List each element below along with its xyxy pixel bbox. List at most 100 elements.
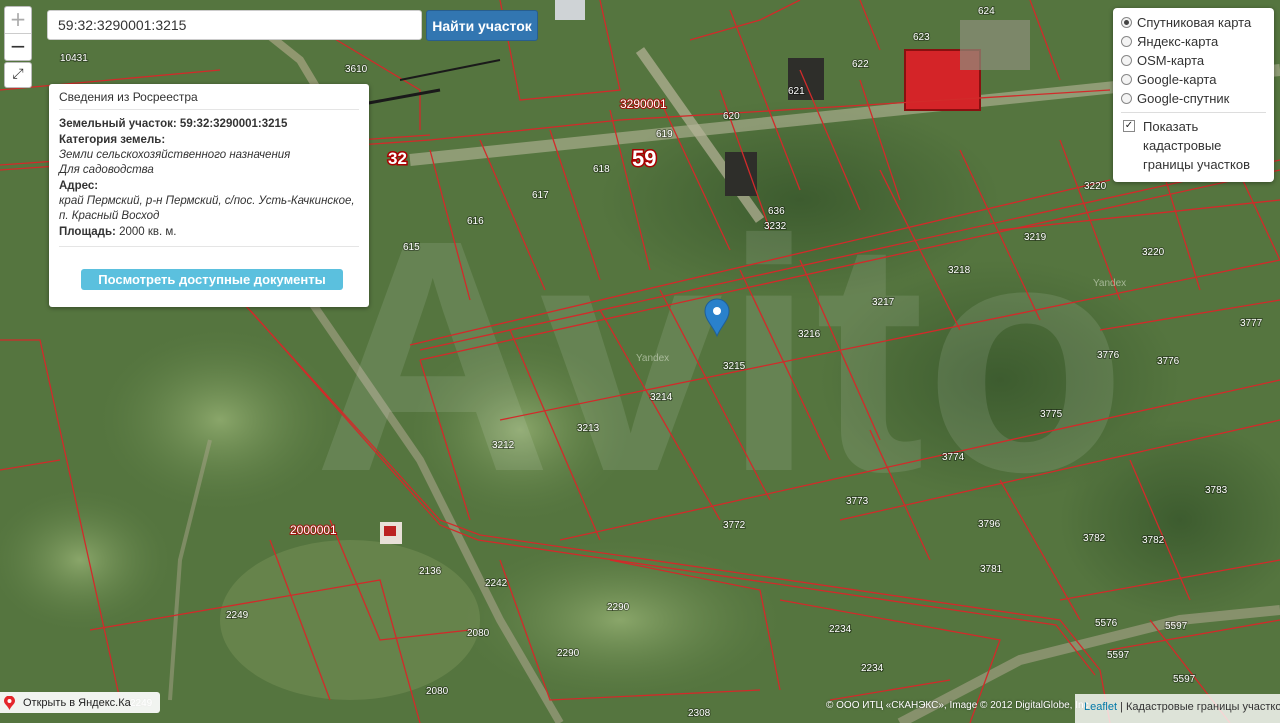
parcel-label: 3782: [1142, 535, 1165, 546]
layer-option-osm[interactable]: OSM-карта: [1121, 51, 1266, 70]
block-label-2: 2000001: [290, 523, 337, 537]
parcel-label: 2136: [419, 566, 442, 577]
parcel-label: 3215: [723, 361, 746, 372]
yandex-pin-icon: [4, 695, 15, 710]
find-parcel-button[interactable]: Найти участок: [426, 10, 538, 41]
layer-option-yandex[interactable]: Яндекс-карта: [1121, 32, 1266, 51]
parcel-label: 3217: [872, 297, 895, 308]
area-value: 2000 кв. м.: [119, 226, 177, 238]
parcel-label: 3774: [942, 452, 965, 463]
attribution-separator: |: [1117, 701, 1127, 713]
parcel-label: 617: [532, 190, 549, 201]
parcel-number: 59:32:3290001:3215: [179, 118, 288, 130]
open-in-yandex-label: Открыть в Яндекс.Ка: [23, 696, 131, 709]
rosreestr-info-panel: Сведения из Росреестра Земельный участок…: [49, 84, 369, 307]
parcel-label: 3213: [577, 423, 600, 434]
category-label: Категория земель:: [59, 134, 166, 146]
parcel-label: 615: [403, 242, 420, 253]
parcel-label: 2234: [861, 663, 884, 674]
divider: [59, 246, 359, 247]
parcel-label: 2242: [485, 578, 508, 589]
layer-label: Спутниковая карта: [1137, 15, 1252, 30]
parcel-label: 623: [913, 32, 930, 43]
parcel-label: 3220: [1142, 247, 1165, 258]
parcel-label: 2080: [467, 628, 490, 639]
parcel-label: 3783: [1205, 485, 1228, 496]
category-value: Земли сельскохозяйственного назначения: [59, 149, 291, 161]
parcel-label: 3773: [846, 496, 869, 507]
block-label: 3290001: [620, 97, 667, 111]
parcel-label: 621: [788, 86, 805, 97]
checkbox-icon[interactable]: ✓: [1123, 120, 1135, 132]
radio-icon[interactable]: [1121, 93, 1132, 104]
zoom-out-button[interactable]: −: [5, 34, 31, 60]
leaflet-link[interactable]: Leaflet: [1084, 701, 1117, 713]
parcel-label: 3777: [1240, 318, 1263, 329]
parcel-label: 3218: [948, 265, 971, 276]
layer-option-google-satellite[interactable]: Google-спутник: [1121, 89, 1266, 108]
parcel-label: 2290: [557, 648, 580, 659]
layers-panel: Спутниковая карта Яндекс-карта OSM-карта…: [1113, 8, 1274, 182]
layer-option-google[interactable]: Google-карта: [1121, 70, 1266, 89]
radio-icon[interactable]: [1121, 55, 1132, 66]
attribution: Leaflet | Кадастровые границы участков: [1075, 694, 1280, 723]
attribution-text: Кадастровые границы участков: [1126, 701, 1280, 713]
parcel-label: 619: [656, 129, 673, 140]
address-label: Адрес:: [59, 180, 99, 192]
fullscreen-button[interactable]: ⤢: [4, 62, 32, 88]
layer-label: Google-спутник: [1137, 91, 1230, 106]
parcel-label: 3776: [1097, 350, 1120, 361]
parcel-label: 5597: [1165, 621, 1188, 632]
parcel-label: 2234: [829, 624, 852, 635]
parcel-label: Земельный участок:: [59, 118, 177, 130]
cadastral-toggle[interactable]: ✓ Показать кадастровые границы участков: [1121, 117, 1266, 174]
area-label: Площадь:: [59, 226, 116, 238]
parcel-label: 3212: [492, 440, 515, 451]
parcel-label: 3216: [798, 329, 821, 340]
yandex-watermark: Yandex: [1093, 278, 1126, 289]
parcel-label: 636: [768, 206, 785, 217]
address-line: край Пермский, р-н Пермский, с/пос. Усть…: [59, 195, 355, 207]
radio-icon[interactable]: [1121, 36, 1132, 47]
parcel-label: 3610: [345, 64, 368, 75]
parcel-label: 3772: [723, 520, 746, 531]
radio-icon[interactable]: [1121, 17, 1132, 28]
category-use: Для садоводства: [59, 164, 154, 176]
info-title: Сведения из Росреестра: [59, 90, 359, 110]
parcel-label: 618: [593, 164, 610, 175]
parcel-label: 2080: [426, 686, 449, 697]
layer-label: OSM-карта: [1137, 53, 1205, 68]
parcel-label: 5597: [1173, 674, 1196, 685]
layer-option-satellite[interactable]: Спутниковая карта: [1121, 13, 1266, 32]
parcel-label: 3782: [1083, 533, 1106, 544]
parcel-label: 2290: [607, 602, 630, 613]
divider: [1121, 112, 1266, 113]
parcel-label: 3796: [978, 519, 1001, 530]
parcel-label: 3214: [650, 392, 673, 403]
parcel-label: 10431: [60, 53, 88, 64]
parcel-label: 624: [978, 6, 995, 17]
parcel-label: 3781: [980, 564, 1003, 575]
address-line: п. Красный Восход: [59, 210, 160, 222]
layer-label: Google-карта: [1137, 72, 1217, 87]
parcel-label: 622: [852, 59, 869, 70]
parcel-label: 3220: [1084, 181, 1107, 192]
view-documents-button[interactable]: Посмотреть доступные документы: [81, 269, 343, 290]
parcel-label: 5597: [1107, 650, 1130, 661]
search-input[interactable]: [47, 10, 422, 40]
parcel-label: 616: [467, 216, 484, 227]
toggle-label: кадастровые: [1143, 138, 1222, 153]
zoom-in-button[interactable]: +: [5, 7, 31, 34]
avito-watermark: Avito: [314, 171, 1127, 540]
parcel-label: 3776: [1157, 356, 1180, 367]
parcel-label: 620: [723, 111, 740, 122]
toggle-label: границы участков: [1143, 157, 1250, 172]
yandex-watermark: Yandex: [636, 353, 669, 364]
district-label: 32: [388, 149, 407, 168]
parcel-label: 3219: [1024, 232, 1047, 243]
parcel-label: 5576: [1095, 618, 1118, 629]
radio-icon[interactable]: [1121, 74, 1132, 85]
region-label: 59: [632, 146, 656, 171]
parcel-label: 2249: [226, 610, 249, 621]
open-in-yandex-button[interactable]: Открыть в Яндекс.Ка: [0, 692, 160, 713]
